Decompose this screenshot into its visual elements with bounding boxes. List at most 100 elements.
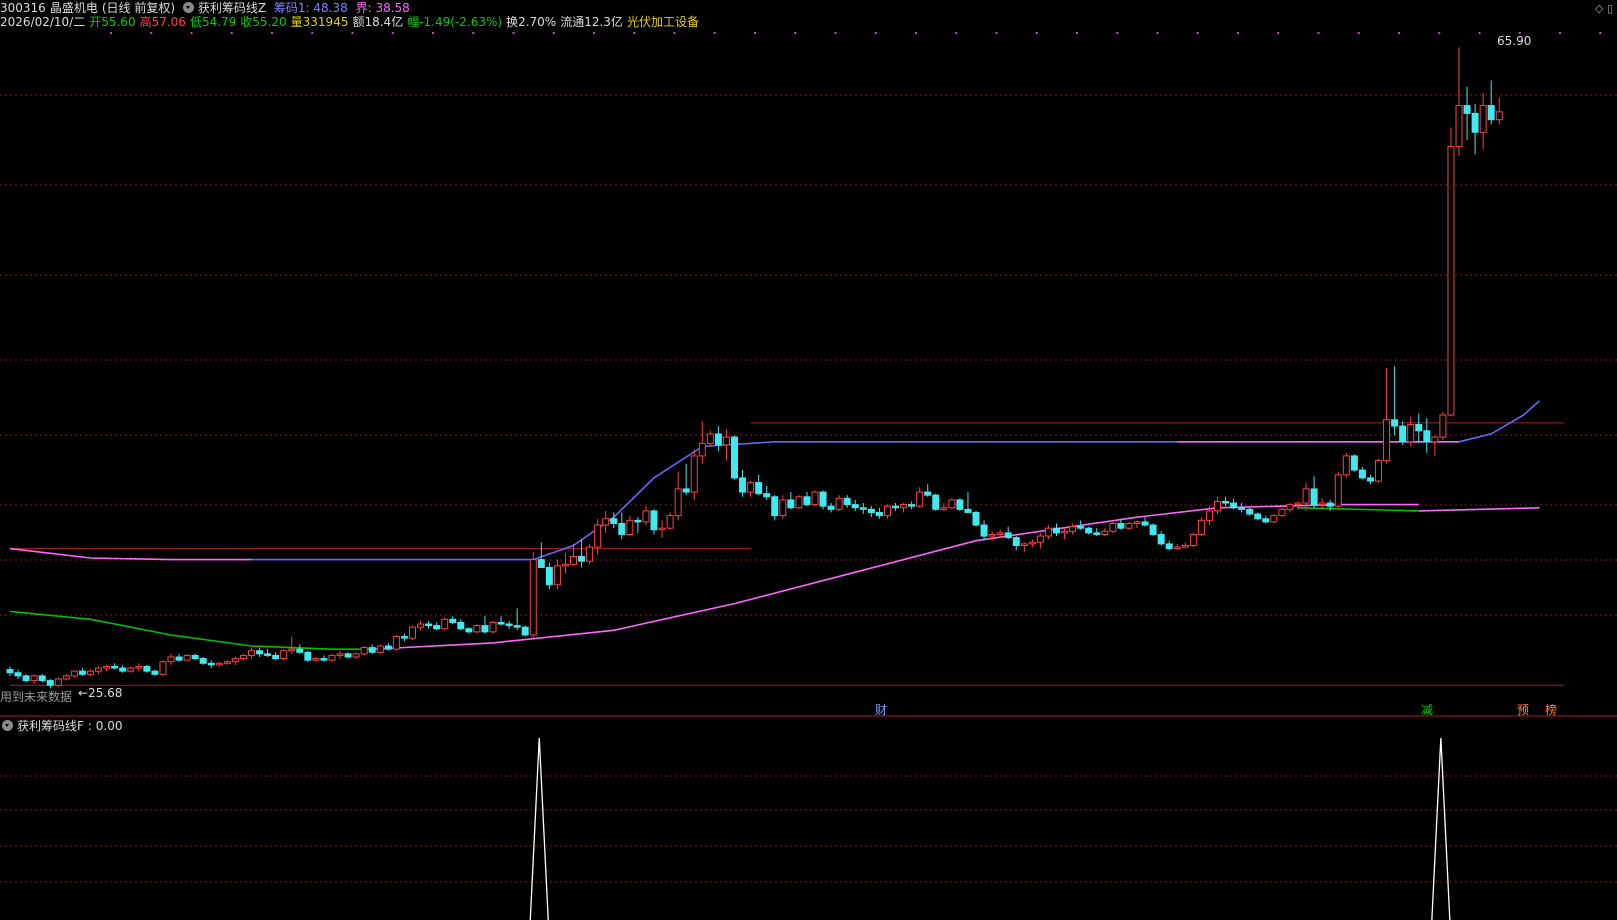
signal-dot (633, 32, 636, 34)
event-marker-jian[interactable]: 减 (1421, 702, 1433, 718)
signal-dot (794, 32, 797, 34)
chip-curve (372, 503, 1419, 650)
candle-body (1053, 527, 1060, 534)
candle-body (1487, 105, 1495, 121)
sub-spike (1431, 737, 1451, 920)
signal-dot (190, 32, 193, 34)
candle-body (417, 623, 425, 628)
candle-body (1101, 530, 1109, 535)
candle-body (296, 648, 304, 653)
signal-dot (593, 32, 595, 34)
signal-dot (110, 32, 112, 34)
signal-dot (512, 32, 515, 34)
candle-body (199, 658, 207, 664)
candle-body (78, 670, 86, 675)
candle-body (14, 672, 22, 677)
candle-body (46, 680, 54, 686)
event-marker-yu[interactable]: 预 (1517, 702, 1529, 718)
candle-body (1270, 515, 1278, 523)
candle-body (1294, 502, 1302, 506)
candle-body (1358, 469, 1366, 479)
candle-body (1495, 111, 1503, 121)
candle-body (908, 504, 916, 507)
signal-dot (230, 32, 233, 34)
candle-body (658, 527, 666, 531)
candle-body (980, 524, 988, 537)
sub-indicator-dropdown-icon[interactable] (2, 720, 13, 731)
candle-body (1077, 526, 1085, 529)
candle-body (433, 625, 441, 630)
candle-body (537, 559, 545, 568)
signal-dot (150, 32, 153, 34)
candle-body (529, 559, 537, 636)
low-price-marker: ←25.68 (78, 686, 123, 700)
candle-body (239, 654, 247, 660)
candle-body (497, 621, 505, 625)
candle-body (586, 546, 594, 562)
candle-body (755, 482, 763, 495)
candle-body (1028, 541, 1036, 545)
candle-body (425, 623, 433, 627)
signal-dot (1559, 32, 1561, 34)
candle-body (1149, 524, 1157, 535)
candle-body (1189, 533, 1197, 546)
candle-body (1133, 521, 1141, 524)
candle-body (62, 675, 70, 680)
candle-body (1455, 105, 1463, 147)
candle-body (859, 507, 867, 510)
candle-body (1254, 513, 1262, 520)
candle-body (602, 518, 610, 526)
candle-body (207, 662, 215, 666)
candle-body (1125, 522, 1133, 529)
candle-body (739, 477, 747, 493)
signal-dot (1398, 32, 1400, 34)
candle-body (1479, 105, 1487, 133)
signal-dot (351, 32, 354, 34)
candle-body (449, 618, 457, 623)
candle-body (248, 650, 255, 656)
kline-chart[interactable] (0, 0, 1617, 920)
signal-dot (1599, 32, 1602, 34)
candle-body (1366, 477, 1374, 482)
candle-body (481, 625, 489, 633)
candle-body (1423, 430, 1431, 443)
candle-body (698, 442, 706, 457)
candle-body (883, 505, 891, 517)
candle-body (1334, 474, 1342, 507)
signal-dot (311, 32, 314, 34)
candle-body (1061, 530, 1069, 534)
candle-body (6, 669, 14, 674)
candle-body (1044, 527, 1052, 537)
candle-body (610, 518, 618, 524)
candle-body (95, 667, 103, 672)
sub-indicator-value: : 0.00 (87, 719, 123, 733)
candle-body (344, 653, 352, 658)
high-price-marker: 65.90 (1497, 34, 1532, 48)
signal-dot (1076, 32, 1078, 34)
candle-body (795, 496, 803, 509)
candle-body (505, 623, 513, 627)
candle-body (1391, 419, 1399, 427)
candle-body (722, 436, 730, 446)
candle-body (1181, 544, 1189, 548)
candle-body (1407, 423, 1415, 443)
candle-body (803, 496, 811, 506)
sub-panel-header: 获利筹码线F: 0.00 (2, 718, 126, 734)
event-marker-bang[interactable]: 榜 (1545, 702, 1557, 718)
candle-body (1238, 507, 1246, 510)
signal-dot (1277, 32, 1280, 34)
candle-body (1463, 105, 1471, 114)
candle-body (392, 636, 400, 650)
sub-indicator-name[interactable]: 获利筹码线F (17, 719, 84, 733)
candle-body (1222, 500, 1230, 504)
candle-body (875, 511, 883, 517)
candle-body (521, 626, 529, 636)
candle-body (457, 621, 465, 630)
candle-body (1109, 522, 1117, 532)
candle-body (127, 667, 135, 672)
candle-body (376, 645, 384, 653)
candle-body (570, 555, 577, 565)
event-marker-cai[interactable]: 财 (875, 702, 887, 718)
candle-body (545, 566, 553, 586)
candle-body (956, 499, 964, 510)
